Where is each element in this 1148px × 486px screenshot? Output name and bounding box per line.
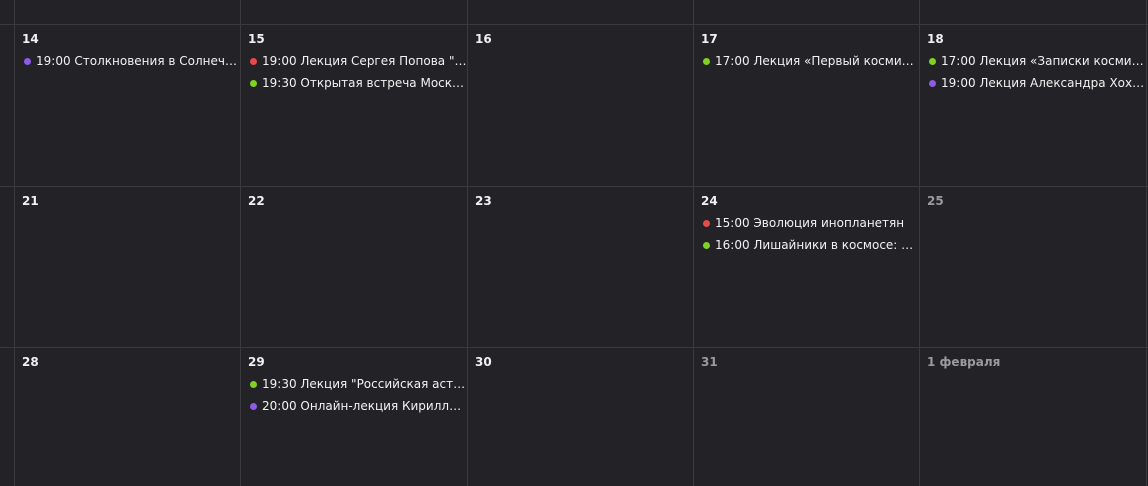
day-cell[interactable]: 29 19:30 Лекция "Российская астрономия" 20… [241, 348, 467, 486]
day-cell[interactable]: 31 [694, 348, 919, 486]
event-color-dot-icon [703, 57, 710, 65]
event-color-dot-icon [929, 79, 936, 87]
day-cell[interactable]: 1 февраля [920, 348, 1148, 486]
day-number: 17 [701, 32, 718, 46]
event-color-dot-icon [703, 219, 710, 227]
calendar-event[interactable]: 19:30 Лекция "Российская астрономия" [248, 373, 467, 395]
event-color-dot-icon [24, 57, 31, 65]
day-cell[interactable]: 28 [15, 348, 240, 486]
day-cell[interactable]: 16 [468, 25, 693, 186]
day-number: 22 [248, 194, 265, 208]
day-number: 23 [475, 194, 492, 208]
day-cell[interactable]: 25 [920, 187, 1148, 347]
calendar-event[interactable]: 19:00 Столкновения в Солнечной системе [22, 50, 240, 72]
calendar-event[interactable]: 19:00 Лекция Сергея Попова "Астрономия" [248, 50, 467, 72]
day-number: 14 [22, 32, 39, 46]
day-cell[interactable]: 15 19:00 Лекция Сергея Попова "Астрономия… [241, 25, 467, 186]
calendar-event[interactable]: 15:00 Эволюция инопланетян [701, 212, 919, 234]
event-color-dot-icon [250, 380, 257, 388]
calendar-event[interactable]: 19:00 Лекция Александра Хохлова [927, 72, 1148, 94]
day-number: 29 [248, 355, 265, 369]
event-color-dot-icon [703, 241, 710, 249]
day-cell[interactable]: 18 17:00 Лекция «Записки космического инж… [920, 25, 1148, 186]
day-number: 25 [927, 194, 944, 208]
event-color-dot-icon [250, 402, 257, 410]
day-cell[interactable]: 24 15:00 Эволюция инопланетян 16:00 Лишайн… [694, 187, 919, 347]
event-title: 20:00 Онлайн-лекция Кирилла Полякова [262, 399, 467, 413]
event-title: 15:00 Эволюция инопланетян [715, 216, 905, 230]
day-number: 1 февраля [927, 355, 1001, 369]
calendar-event[interactable]: 19:30 Открытая встреча Московского клуба [248, 72, 467, 94]
day-number: 24 [701, 194, 718, 208]
day-number: 21 [22, 194, 39, 208]
calendar-event[interactable]: 17:00 Лекция «Записки космического инжен… [927, 50, 1148, 72]
event-title: 19:00 Лекция Сергея Попова "Астрономия" [262, 54, 467, 68]
day-number: 15 [248, 32, 265, 46]
day-number: 30 [475, 355, 492, 369]
day-cell[interactable]: 21 [15, 187, 240, 347]
day-cell[interactable]: 17 17:00 Лекция «Первый космический полёт… [694, 25, 919, 186]
day-number: 18 [927, 32, 944, 46]
calendar-event[interactable]: 20:00 Онлайн-лекция Кирилла Полякова [248, 395, 467, 417]
event-title: 19:30 Открытая встреча Московского клуба [262, 76, 467, 90]
event-title: 19:30 Лекция "Российская астрономия" [262, 377, 467, 391]
day-cell[interactable]: 23 [468, 187, 693, 347]
calendar-event[interactable]: 16:00 Лишайники в космосе: от Земли до М… [701, 234, 919, 256]
event-title: 19:00 Лекция Александра Хохлова [941, 76, 1148, 90]
event-title: 17:00 Лекция «Записки космического инжен… [941, 54, 1148, 68]
event-title: 17:00 Лекция «Первый космический полёт» [715, 54, 919, 68]
event-color-dot-icon [929, 57, 936, 65]
day-number: 28 [22, 355, 39, 369]
day-number: 16 [475, 32, 492, 46]
event-title: 19:00 Столкновения в Солнечной системе [36, 54, 240, 68]
calendar-event[interactable]: 17:00 Лекция «Первый космический полёт» [701, 50, 919, 72]
day-cell[interactable]: 22 [241, 187, 467, 347]
event-color-dot-icon [250, 57, 257, 65]
event-title: 16:00 Лишайники в космосе: от Земли до М… [715, 238, 919, 252]
day-cell[interactable]: 30 [468, 348, 693, 486]
event-color-dot-icon [250, 79, 257, 87]
month-calendar-grid: 14 19:00 Столкновения в Солнечной системе… [0, 0, 1148, 486]
day-number: 31 [701, 355, 718, 369]
day-cell[interactable]: 14 19:00 Столкновения в Солнечной системе [15, 25, 240, 186]
